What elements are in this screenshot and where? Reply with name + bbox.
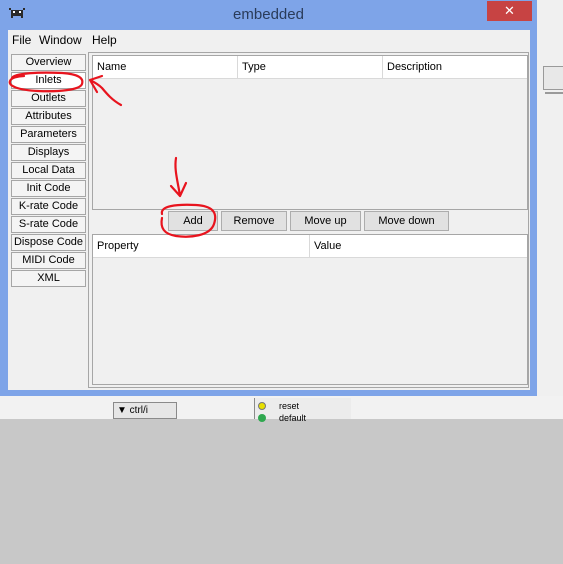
tab-k-rate-code[interactable]: K-rate Code xyxy=(11,198,86,215)
properties-table[interactable]: Property Value xyxy=(92,234,528,385)
tab-displays[interactable]: Displays xyxy=(11,144,86,161)
menu-window[interactable]: Window xyxy=(39,33,82,47)
move-down-button[interactable]: Move down xyxy=(364,211,449,231)
default-inlet-dot-icon[interactable] xyxy=(258,414,266,422)
window-title: embedded xyxy=(233,6,304,23)
tab-overview[interactable]: Overview xyxy=(11,54,86,71)
tab-outlets[interactable]: Outlets xyxy=(11,90,86,107)
reset-inlet-dot-icon[interactable] xyxy=(258,402,266,410)
column-header-type[interactable]: Type xyxy=(238,56,383,78)
inlets-table-header: Name Type Description xyxy=(93,56,527,79)
tab-local-data[interactable]: Local Data xyxy=(11,162,86,179)
tab-init-code[interactable]: Init Code xyxy=(11,180,86,197)
window-client: File Window Help Overview Inlets Outlets… xyxy=(8,30,530,390)
remove-button[interactable]: Remove xyxy=(221,211,287,231)
tab-dispose-code[interactable]: Dispose Code xyxy=(11,234,86,251)
background-toggle-ctrl[interactable]: ▼ ctrl/i xyxy=(113,402,177,419)
move-up-button[interactable]: Move up xyxy=(290,211,361,231)
add-button[interactable]: Add xyxy=(168,211,218,231)
tab-xml[interactable]: XML xyxy=(11,270,86,287)
background-app-divider xyxy=(545,92,563,94)
tab-inlets[interactable]: Inlets xyxy=(11,72,86,89)
tab-parameters[interactable]: Parameters xyxy=(11,126,86,143)
column-header-name[interactable]: Name xyxy=(93,56,238,78)
tab-attributes[interactable]: Attributes xyxy=(11,108,86,125)
background-app-field xyxy=(543,66,563,90)
title-bar[interactable]: embedded ✕ xyxy=(0,0,537,30)
background-node: reset default xyxy=(254,398,351,423)
inlets-panel: Name Type Description Add Remove Move up… xyxy=(88,52,529,388)
column-header-property[interactable]: Property xyxy=(93,235,310,257)
tab-s-rate-code[interactable]: S-rate Code xyxy=(11,216,86,233)
inlet-actions: Add Remove Move up Move down xyxy=(89,211,530,233)
tab-midi-code[interactable]: MIDI Code xyxy=(11,252,86,269)
menu-file[interactable]: File xyxy=(12,33,31,47)
node-item-default: default xyxy=(279,413,307,423)
embedded-window: embedded ✕ File Window Help Overview Inl… xyxy=(0,0,537,396)
properties-table-header: Property Value xyxy=(93,235,527,258)
menu-bar: File Window Help xyxy=(8,30,530,50)
background-app-edge xyxy=(537,0,563,419)
inlets-table[interactable]: Name Type Description xyxy=(92,55,528,210)
column-header-description[interactable]: Description xyxy=(383,56,527,78)
menu-help[interactable]: Help xyxy=(92,33,117,47)
node-item-reset: reset xyxy=(279,401,300,411)
window-close-button[interactable]: ✕ xyxy=(487,1,532,21)
column-header-value[interactable]: Value xyxy=(310,235,527,257)
